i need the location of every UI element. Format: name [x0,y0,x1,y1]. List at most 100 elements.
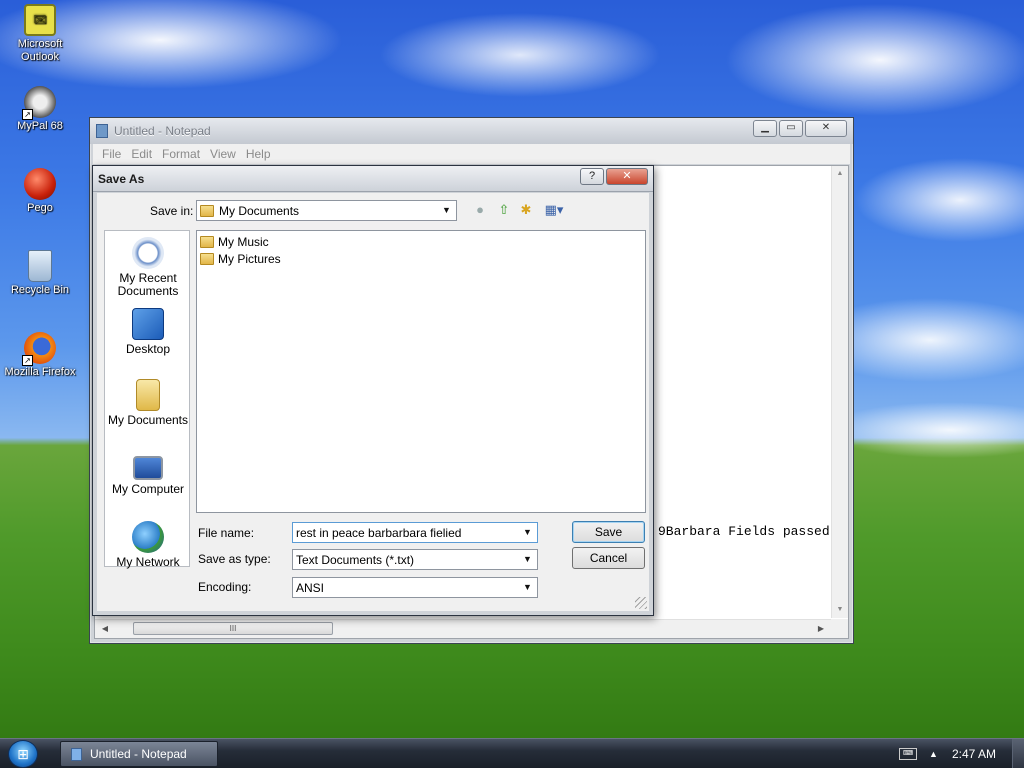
desktop-icon-outlook[interactable]: ✉ Microsoft Outlook [0,4,80,64]
help-button[interactable]: ? [580,168,604,185]
notepad-title-bar[interactable]: Untitled - Notepad [90,118,853,144]
file-name-input[interactable]: rest in peace barbarbara fielied ▼ [292,522,538,543]
save-as-type-dropdown[interactable]: Text Documents (*.txt) ▼ [292,549,538,570]
list-item[interactable]: My Pictures [200,252,281,266]
my-network-icon [132,521,164,553]
desktop-icon-label: Recycle Bin [10,284,70,296]
file-list[interactable]: My Music My Pictures [196,230,646,513]
dialog-body: Save in: My Documents ▼ ● ⇧ ✱ ▦▾ My Rece… [97,193,649,611]
system-tray: ⌨ ▲ 2:47 AM [899,739,1024,768]
vertical-scrollbar[interactable]: ▲ ▼ [831,166,848,618]
minimize-button[interactable]: ▁ [753,120,777,137]
list-item[interactable]: My Music [200,235,269,249]
show-hidden-icons-icon[interactable]: ▲ [929,749,938,759]
folder-icon [200,204,214,217]
show-desktop-button[interactable] [1012,739,1024,768]
place-recent-documents[interactable]: My Recent Documents [105,237,191,298]
taskbar-item-label: Untitled - Notepad [90,747,187,761]
encoding-dropdown[interactable]: ANSI ▼ [292,577,538,598]
scroll-up-icon[interactable]: ▲ [832,166,848,182]
notepad-title: Untitled - Notepad [114,124,211,138]
scroll-right-icon[interactable]: ▶ [813,620,829,638]
chevron-down-icon[interactable]: ▼ [520,525,535,540]
chevron-down-icon: ▼ [442,205,451,215]
menu-edit[interactable]: Edit [126,147,157,161]
scroll-left-icon[interactable]: ◀ [97,620,113,638]
keyboard-icon[interactable]: ⌨ [899,748,918,760]
recycle-bin-icon [28,250,52,282]
dialog-size-grip[interactable] [635,597,647,609]
place-my-documents[interactable]: My Documents [105,379,191,427]
my-documents-icon [136,379,160,411]
place-desktop[interactable]: Desktop [105,308,191,356]
save-in-dropdown[interactable]: My Documents ▼ [196,200,457,221]
desktop-icon-label: Microsoft Outlook [17,38,63,63]
horizontal-scroll-thumb[interactable]: III [133,622,333,635]
view-menu-button[interactable]: ▦▾ [541,201,567,219]
back-button[interactable]: ● [471,201,489,219]
notepad-text: 9Barbara Fields passed [658,524,830,539]
notepad-menu-bar: File Edit Format View Help [93,144,850,164]
pego-icon [24,168,56,200]
notepad-window-controls: ▁ ▭ ✕ [753,120,847,137]
shortcut-arrow-icon: ↗ [22,355,33,366]
maximize-button[interactable]: ▭ [779,120,803,137]
desktop-icon-label: MyPal 68 [17,120,63,132]
places-bar: My Recent Documents Desktop My Documents… [104,230,191,569]
file-name-value: rest in peace barbarbara fielied [296,525,462,540]
notepad-icon [71,747,82,761]
desktop-icon-mypal[interactable]: ↗ MyPal 68 [0,86,80,133]
menu-help[interactable]: Help [241,147,276,161]
clock[interactable]: 2:47 AM [952,747,996,761]
dialog-window-controls: ? ✕ [580,168,648,185]
desktop-icon-pego[interactable]: Pego [0,168,80,215]
file-name: My Music [218,235,269,249]
place-label: My Recent Documents [117,271,179,298]
close-button[interactable]: ✕ [805,120,847,137]
chevron-down-icon: ▼ [523,554,532,564]
start-button[interactable]: ⊞ [8,740,38,768]
desktop-icon-recycle-bin[interactable]: Recycle Bin [0,250,80,297]
recent-documents-icon [132,237,164,269]
chevron-down-icon: ▼ [523,582,532,592]
desktop-icon [132,308,164,340]
save-as-type-label: Save as type: [198,552,271,566]
encoding-value: ANSI [296,580,325,595]
desktop-icon-label: Mozilla Firefox [4,366,76,378]
save-in-value: My Documents [219,203,300,218]
cancel-button[interactable]: Cancel [572,547,645,569]
scroll-down-icon[interactable]: ▼ [832,602,848,618]
taskbar-item-notepad[interactable]: Untitled - Notepad [60,741,218,767]
firefox-icon: ↗ [22,332,56,366]
mypal-raccoon-icon: ↗ [22,86,56,120]
place-label: My Documents [107,413,189,427]
place-my-computer[interactable]: My Computer [105,450,191,496]
size-grip[interactable] [831,619,848,638]
notepad-icon [96,124,108,138]
save-as-type-value: Text Documents (*.txt) [296,552,415,567]
file-name: My Pictures [218,252,281,266]
place-label: My Computer [111,482,185,496]
dialog-title-bar[interactable]: Save As [93,166,653,192]
horizontal-scrollbar[interactable]: ◀ III ▶ [95,619,831,638]
new-folder-button[interactable]: ✱ [517,201,535,219]
save-in-label: Save in: [150,204,194,218]
save-button[interactable]: Save [572,521,645,543]
dialog-close-button[interactable]: ✕ [606,168,648,185]
menu-view[interactable]: View [205,147,241,161]
desktop-icon-firefox[interactable]: ↗ Mozilla Firefox [0,332,80,379]
place-my-network[interactable]: My Network [105,521,191,569]
file-name-label: File name: [198,526,255,540]
taskbar: ⊞ Untitled - Notepad ⌨ ▲ 2:47 AM [0,738,1024,768]
menu-format[interactable]: Format [157,147,205,161]
up-folder-button[interactable]: ⇧ [495,201,513,219]
menu-file[interactable]: File [97,147,126,161]
folder-music-icon [200,236,214,248]
folder-pictures-icon [200,253,214,265]
dialog-title: Save As [98,171,145,186]
place-label: Desktop [125,342,171,356]
shortcut-arrow-icon: ↗ [22,109,33,120]
place-label: My Network [116,555,180,569]
encoding-label: Encoding: [198,580,252,594]
outlook-icon: ✉ [24,4,56,36]
